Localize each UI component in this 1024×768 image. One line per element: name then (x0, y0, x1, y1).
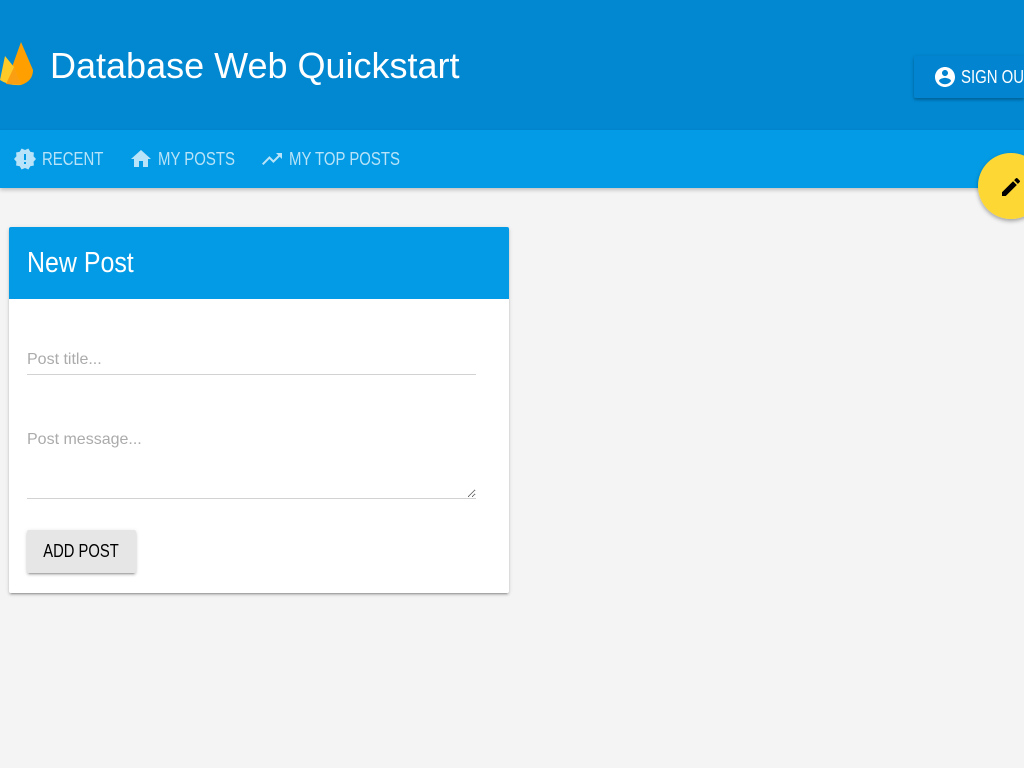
firebase-flame-icon (0, 42, 33, 86)
account-circle-shape (935, 67, 955, 87)
tab-my-top-posts[interactable]: MY TOP POSTS (260, 130, 423, 188)
tab-my-top-posts-label: MY TOP POSTS (289, 149, 400, 169)
tab-bar: RECENT MY POSTS MY TOP POSTS (0, 130, 1024, 188)
tab-my-posts-label: MY POSTS (158, 149, 235, 169)
new-releases-icon (14, 148, 36, 170)
tab-my-posts[interactable]: MY POSTS (129, 130, 251, 188)
add-post-button[interactable]: ADD POST (27, 530, 136, 573)
new-post-heading: New Post (27, 247, 134, 279)
sign-out-button[interactable]: SIGN OU (914, 56, 1024, 98)
tab-recent[interactable]: RECENT (13, 130, 116, 188)
account-circle-icon (935, 67, 955, 87)
new-post-card: New Post ADD POST (9, 227, 509, 593)
home-shape (131, 150, 151, 167)
fab-circle[interactable] (978, 153, 1024, 219)
new-post-fab[interactable] (972, 146, 1024, 226)
post-message-input[interactable] (27, 428, 476, 499)
trending-up-shape (262, 153, 282, 165)
post-title-input[interactable] (27, 345, 476, 375)
tab-recent-label: RECENT (42, 149, 104, 169)
new-post-card-header: New Post (9, 227, 509, 299)
home-icon (131, 150, 151, 167)
app-header: Database Web Quickstart SIGN OU (0, 0, 1024, 130)
add-post-label: ADD POST (43, 541, 120, 561)
sign-out-label: SIGN OU (961, 67, 1024, 87)
new-releases-shape (14, 148, 36, 170)
trending-up-icon (262, 153, 282, 165)
app-title: Database Web Quickstart (50, 45, 460, 86)
